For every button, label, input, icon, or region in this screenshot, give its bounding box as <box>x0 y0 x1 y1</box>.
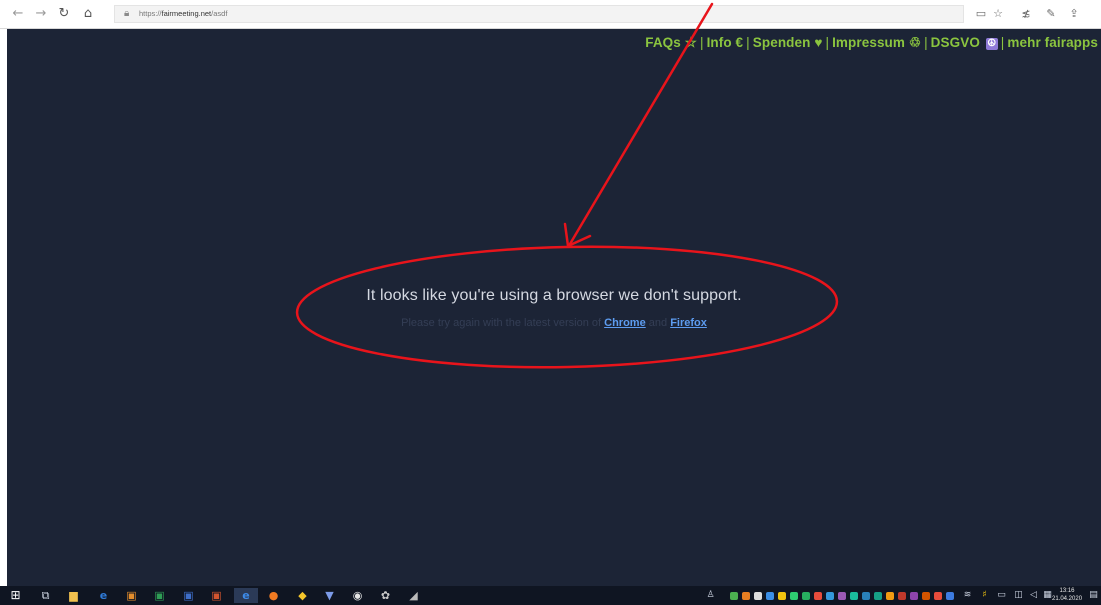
share-icon[interactable]: ⇪ <box>1066 5 1082 23</box>
outlook-icon[interactable]: ▣ <box>124 588 139 603</box>
page-content: FAQs ☆ | Info € | Spenden ♥ | Impressum ♲ | DSGV… <box>7 29 1101 586</box>
tray-icon[interactable] <box>778 592 786 600</box>
tray-icon[interactable] <box>922 592 930 600</box>
tray-icon[interactable] <box>742 592 750 600</box>
favorites-list-icon[interactable]: ≴ <box>1018 5 1034 23</box>
tray-icon[interactable] <box>934 592 942 600</box>
nav-mehr-fairapps[interactable]: mehr fairapps <box>1007 35 1098 50</box>
nav-spenden[interactable]: Spenden ♥ <box>753 35 823 50</box>
firefox-link[interactable]: Firefox <box>670 317 707 329</box>
tray-icon[interactable] <box>730 592 738 600</box>
firefox-icon[interactable]: ● <box>266 588 281 603</box>
lock-icon: 🔒︎ <box>124 8 130 19</box>
nav-separator: | <box>924 35 928 50</box>
tray-icon[interactable] <box>754 592 762 600</box>
tray-icon[interactable] <box>862 592 870 600</box>
battery-icon[interactable]: ▭ <box>994 588 1009 603</box>
network-icon[interactable]: ≋ <box>960 588 975 603</box>
back-arrow-icon[interactable]: ← <box>9 5 27 23</box>
tray-icon[interactable] <box>802 592 810 600</box>
edge-browser-icon[interactable]: e <box>234 588 258 603</box>
nav-info[interactable]: Info € <box>707 35 744 50</box>
tray-icon[interactable]: ♯ <box>977 588 992 603</box>
app-icon[interactable]: ▼ <box>322 588 337 603</box>
browser-toolbar: ← → ↻ ⌂ 🔒︎ https://fairmeeting.net/asdf … <box>0 0 1101 29</box>
nav-dsgvo-label: DSGVO <box>930 35 980 50</box>
tray-icon[interactable] <box>814 592 822 600</box>
tray-icon[interactable] <box>946 592 954 600</box>
wifi-icon[interactable]: ◫ <box>1011 588 1026 603</box>
address-bar[interactable] <box>114 5 964 23</box>
clock-date: 21.04.2020 <box>1052 596 1083 602</box>
refresh-icon[interactable]: ↻ <box>55 5 73 23</box>
pen-notes-icon[interactable]: ✎ <box>1043 5 1059 23</box>
app-icon[interactable]: ◢ <box>406 588 421 603</box>
tray-icon[interactable] <box>898 592 906 600</box>
forward-arrow-icon[interactable]: → <box>32 5 50 23</box>
tray-icon[interactable] <box>790 592 798 600</box>
unsupported-browser-title: It looks like you're using a browser we … <box>366 287 742 304</box>
tray-icon[interactable] <box>766 592 774 600</box>
home-icon[interactable]: ⌂ <box>79 5 97 23</box>
nav-separator: | <box>825 35 830 50</box>
nav-faqs[interactable]: FAQs ☆ <box>645 35 697 50</box>
tray-icon[interactable] <box>874 592 882 600</box>
nav-separator: | <box>746 35 750 50</box>
nav-dsgvo[interactable]: DSGVO ☮ <box>931 35 998 50</box>
nav-impressum[interactable]: Impressum ♲ <box>832 35 921 50</box>
subtitle-and: and <box>648 317 668 329</box>
tray-icon[interactable] <box>838 592 846 600</box>
powerpoint-icon[interactable]: ▣ <box>209 588 224 603</box>
task-view-icon[interactable]: ⧉ <box>38 588 53 603</box>
top-navigation: FAQs ☆ | Info € | Spenden ♥ | Impressum ♲ | DSGV… <box>645 35 1098 51</box>
unsupported-browser-subtitle: Please try again with the latest version… <box>7 317 1101 329</box>
file-explorer-icon[interactable]: ▆ <box>66 588 81 603</box>
nav-separator: | <box>1000 35 1005 50</box>
app-icon[interactable]: ✿ <box>378 588 393 603</box>
word-icon[interactable]: ▣ <box>181 588 196 603</box>
tray-icon[interactable] <box>850 592 858 600</box>
nav-separator: | <box>699 35 704 50</box>
windows-taskbar: ⊞ ⧉ ▆ e ▣ ▣ ▣ ▣ e ● ◆ ▼ ◉ ✿ ◢ ♙ ≋ ♯ ▭ ◫ … <box>0 586 1101 605</box>
people-icon[interactable]: ♙ <box>703 588 718 603</box>
subtitle-prefix: Please try again with the latest version… <box>401 317 602 329</box>
favorite-star-icon[interactable]: ☆ <box>990 5 1006 23</box>
peace-icon: ☮ <box>985 38 998 50</box>
sticky-notes-icon[interactable]: ◆ <box>295 588 310 603</box>
clock-time: 13:16 <box>1059 588 1075 594</box>
tray-icon[interactable] <box>910 592 918 600</box>
tray-icon[interactable] <box>886 592 894 600</box>
address-url[interactable]: https://fairmeeting.net/asdf <box>139 5 227 23</box>
excel-icon[interactable]: ▣ <box>152 588 167 603</box>
volume-icon[interactable]: ◁ <box>1026 588 1041 603</box>
reading-view-icon[interactable]: ▭ <box>973 5 989 23</box>
taskbar-clock[interactable]: 13:16 21.04.2020 <box>1052 587 1082 603</box>
internet-explorer-icon[interactable]: e <box>96 588 111 603</box>
tray-icon[interactable] <box>826 592 834 600</box>
app-icon[interactable]: ◉ <box>350 588 365 603</box>
notification-center-icon[interactable]: ▤ <box>1086 588 1101 603</box>
windows-start-icon[interactable]: ⊞ <box>8 588 23 603</box>
chrome-link[interactable]: Chrome <box>604 317 646 329</box>
